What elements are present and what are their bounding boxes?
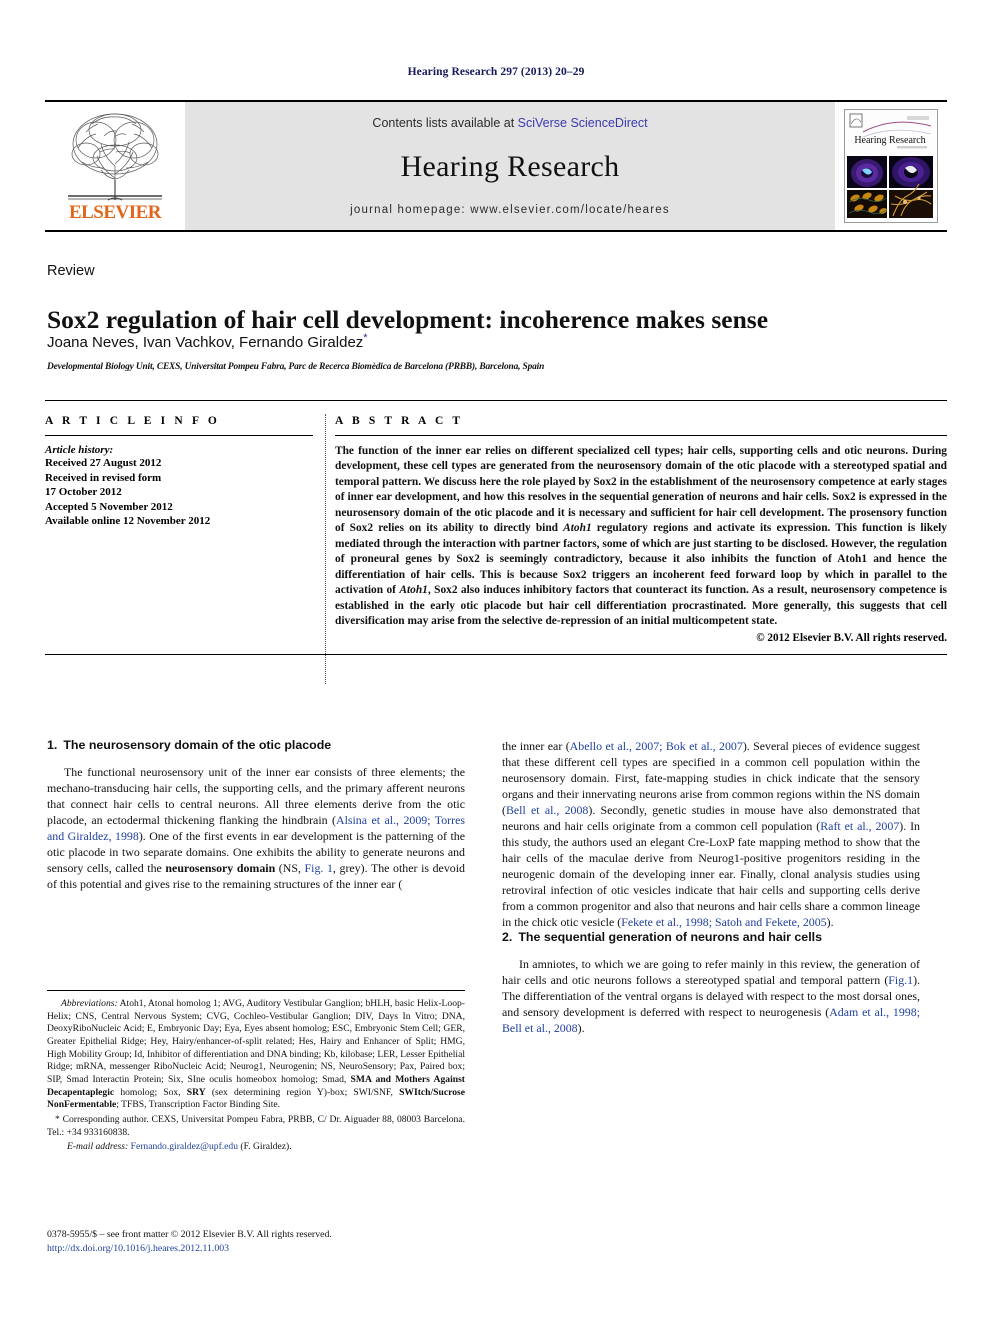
contents-lists-prefix: Contents lists available at — [372, 116, 518, 130]
abbreviations-text-4: ; TFBS, Transcription Factor Binding Sit… — [116, 1099, 281, 1111]
abstract-heading: A B S T R A C T — [335, 415, 464, 427]
masthead-center: Contents lists available at SciVerse Sci… — [185, 102, 835, 230]
figure-link-1[interactable]: Fig. 1 — [305, 861, 333, 875]
imprint-block: 0378-5955/$ – see front matter © 2012 El… — [47, 1228, 477, 1255]
abbreviations-text: Atoh1, Atonal homolog 1; AVG, Auditory V… — [47, 998, 465, 1085]
abstract-column: A B S T R A C T The function of the inne… — [325, 415, 947, 644]
elsevier-logo: ELSEVIER — [45, 102, 185, 230]
article-info-heading: A R T I C L E I N F O — [45, 415, 220, 427]
figure-link-2[interactable]: Fig.1 — [888, 973, 913, 987]
citation-bell-2008[interactable]: Bell et al., 2008 — [506, 803, 588, 817]
history-received: Received 27 August 2012 — [45, 457, 162, 469]
elsevier-tree-icon — [68, 113, 162, 201]
journal-cover-thumbnail: Hearing Research — [835, 102, 947, 230]
abstract-italic-atoh1-2: Atoh1 — [399, 584, 428, 597]
s2-text-c: ). — [577, 1021, 585, 1035]
abstract-copyright: © 2012 Elsevier B.V. All rights reserved… — [756, 632, 947, 645]
section-2-paragraph: In amniotes, to which we are going to re… — [502, 956, 920, 1036]
article-history-label: Article history: — [45, 444, 114, 456]
sciencedirect-link[interactable]: SciVerse ScienceDirect — [518, 116, 648, 130]
author-list: Joana Neves, Ivan Vachkov, Fernando Gira… — [47, 332, 927, 351]
journal-homepage-line[interactable]: journal homepage: www.elsevier.com/locat… — [350, 204, 670, 216]
article-info-column: A R T I C L E I N F O Article history: R… — [45, 415, 325, 644]
abbreviations-text-3: (sex determining region Y)-box; SWI/SNF, — [205, 1086, 400, 1098]
s2-text-a: In amniotes, to which we are going to re… — [502, 957, 920, 987]
svg-text:Hearing Research: Hearing Research — [854, 135, 925, 146]
abstract-rule — [335, 435, 947, 436]
author-names: Joana Neves, Ivan Vachkov, Fernando Gira… — [47, 334, 364, 351]
cover-image: Hearing Research — [844, 109, 938, 223]
doi-link[interactable]: http://dx.doi.org/10.1016/j.heares.2012.… — [47, 1242, 477, 1256]
cover-artwork-icon: Hearing Research — [845, 110, 935, 220]
journal-masthead: ELSEVIER Contents lists available at Sci… — [45, 100, 947, 232]
corresponding-author-footnote: * Corresponding author. CEXS, Universita… — [47, 1113, 465, 1138]
abbreviations-text-2: homolog; Sox, — [114, 1086, 187, 1098]
s1-text-c: (NS, — [275, 861, 305, 875]
history-accepted: Accepted 5 November 2012 — [45, 500, 173, 513]
citation-raft-2007[interactable]: Raft et al., 2007 — [820, 819, 899, 833]
s1-text-h: ). — [826, 915, 834, 929]
section-heading-1: 1. The neurosensory domain of the otic pl… — [47, 738, 465, 752]
citation-fekete-satoh[interactable]: Fekete et al., 1998; Satoh and Fekete, 2… — [621, 915, 826, 929]
info-abstract-divider — [325, 414, 326, 684]
history-revised-date: 17 October 2012 — [45, 486, 122, 499]
article-info-rule — [45, 435, 313, 436]
email-link[interactable]: Fernando.giraldez@upf.edu — [131, 1141, 238, 1152]
info-abstract-panel: A R T I C L E I N F O Article history: R… — [45, 400, 947, 656]
abbreviations-label: Abbreviations: — [61, 998, 118, 1009]
footnote-block: Abbreviations: Atoh1, Atonal homolog 1; … — [47, 990, 465, 1154]
history-revised: Received in revised form — [45, 471, 162, 484]
section-1-title: The neurosensory domain of the otic plac… — [63, 738, 332, 752]
issn-copyright-line: 0378-5955/$ – see front matter © 2012 El… — [47, 1229, 332, 1240]
section-1-paragraph-right: Abello et al., 2007; Bok et al., 2007the… — [502, 738, 920, 930]
s1-bold-neurosensory-domain: neurosensory domain — [165, 861, 276, 875]
article-page: Hearing Research 297 (2013) 20–29 ELSEVI… — [0, 0, 992, 1323]
section-1-paragraph-left: The functional neurosensory unit of the … — [47, 764, 465, 892]
section-heading-2: 2. The sequential generation of neurons a… — [502, 930, 920, 944]
s1-cont-intro: the inner ear ( — [502, 739, 570, 753]
email-footnote: E-mail address: Fernando.giraldez@upf.ed… — [47, 1141, 465, 1154]
citation-abello-bok[interactable]: Abello et al., 2007; Bok et al., 2007 — [570, 739, 743, 753]
email-suffix: (F. Giraldez). — [238, 1141, 292, 1153]
s1-text-g: ). In this study, the authors used an el… — [502, 819, 920, 929]
left-column: 1. The neurosensory domain of the otic pl… — [47, 738, 465, 892]
page-title: Sox2 regulation of hair cell development… — [47, 305, 769, 335]
affiliation: Developmental Biology Unit, CEXS, Univer… — [47, 362, 545, 372]
running-head: Hearing Research 297 (2013) 20–29 — [407, 66, 585, 78]
article-type: Review — [47, 263, 95, 279]
abstract-text: The function of the inner ear relies on … — [335, 444, 947, 629]
contents-lists-line: Contents lists available at SciVerse Sci… — [372, 116, 647, 130]
history-online: Available online 12 November 2012 — [45, 515, 211, 528]
section-2-title: The sequential generation of neurons and… — [518, 930, 822, 944]
email-label: E-mail address: — [67, 1141, 129, 1153]
abbreviations-footnote: Abbreviations: Atoh1, Atonal homolog 1; … — [47, 998, 465, 1112]
elsevier-wordmark: ELSEVIER — [68, 202, 162, 223]
right-column: Abello et al., 2007; Bok et al., 2007the… — [502, 738, 920, 1036]
section-2-number: 2. — [502, 930, 513, 944]
section-1-number: 1. — [47, 738, 58, 752]
abstract-part-1: The function of the inner ear relies on … — [335, 445, 947, 535]
corresponding-author-marker: * — [363, 332, 368, 344]
abbrev-bold-sry: SRY — [186, 1086, 206, 1098]
journal-title: Hearing Research — [400, 150, 620, 183]
abstract-italic-atoh1-1: Atoh1 — [563, 522, 592, 535]
